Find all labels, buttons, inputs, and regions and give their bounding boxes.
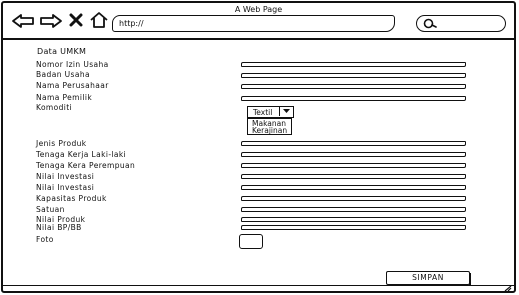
label-nomor-izin-usaha: Nomor Izin Usaha bbox=[36, 60, 109, 69]
tenaga-kera-perempuan-field[interactable] bbox=[241, 163, 466, 168]
label-nama-pemilik: Nama Pemilik bbox=[36, 93, 93, 102]
label-nilai-bp-bb: Nilai BP/BB bbox=[36, 223, 82, 232]
komoditi-select[interactable]: Textil bbox=[247, 106, 294, 118]
chevron-down-icon bbox=[283, 109, 290, 113]
nilai-produk-field[interactable] bbox=[241, 217, 466, 222]
label-nilai-investasi-2: Nilai Investasi bbox=[36, 183, 95, 192]
save-button[interactable]: SIMPAN bbox=[386, 271, 470, 285]
nama-perusahaan-field[interactable] bbox=[241, 84, 466, 89]
komoditi-option-kerajinan[interactable]: Kerajinan bbox=[252, 126, 287, 135]
photo-upload-field[interactable] bbox=[239, 234, 263, 249]
search-input[interactable] bbox=[416, 15, 506, 32]
url-input[interactable]: http:// bbox=[112, 15, 395, 32]
komoditi-options: Makanan Kerajinan bbox=[247, 118, 292, 135]
nilai-investasi-1-field[interactable] bbox=[241, 174, 466, 179]
resize-handle-icon[interactable] bbox=[502, 286, 512, 291]
satuan-field[interactable] bbox=[241, 207, 466, 212]
nilai-investasi-2-field[interactable] bbox=[241, 185, 466, 190]
label-tenaga-kera-perempuan: Tenaga Kera Perempuan bbox=[36, 161, 136, 170]
label-satuan: Satuan bbox=[36, 205, 65, 214]
close-icon[interactable] bbox=[69, 13, 83, 27]
label-tenaga-kerja-laki: Tenaga Kerja Laki-laki bbox=[36, 150, 127, 159]
label-jenis-produk: Jenis Produk bbox=[36, 139, 87, 148]
komoditi-selected-value: Textil bbox=[253, 108, 273, 117]
label-foto: Foto bbox=[36, 235, 54, 244]
tenaga-kerja-laki-field[interactable] bbox=[241, 152, 466, 157]
kapasitas-produk-field[interactable] bbox=[241, 196, 466, 201]
browser-window: A Web Page http:// Data UMKM Nomor Izin … bbox=[1, 1, 516, 293]
status-bar bbox=[3, 285, 514, 291]
komoditi-dropdown-toggle[interactable] bbox=[279, 107, 293, 116]
nilai-bp-bb-field[interactable] bbox=[241, 225, 466, 230]
page-content: Data UMKM Nomor Izin Usaha Badan Usaha N… bbox=[3, 40, 514, 291]
badan-usaha-field[interactable] bbox=[241, 73, 466, 78]
back-arrow-icon[interactable] bbox=[11, 13, 35, 29]
home-icon[interactable] bbox=[89, 11, 109, 29]
jenis-produk-field[interactable] bbox=[241, 141, 466, 146]
forward-arrow-icon[interactable] bbox=[39, 13, 63, 29]
search-icon bbox=[423, 18, 437, 29]
browser-toolbar: A Web Page http:// bbox=[3, 3, 514, 40]
label-badan-usaha: Badan Usaha bbox=[36, 70, 90, 79]
label-komoditi: Komoditi bbox=[36, 103, 73, 112]
nama-pemilik-field[interactable] bbox=[241, 96, 466, 101]
label-kapasitas-produk: Kapasitas Produk bbox=[36, 194, 107, 203]
url-text: http:// bbox=[119, 19, 144, 28]
page-title: Data UMKM bbox=[37, 47, 87, 56]
label-nama-perusahaan: Nama Perusahaar bbox=[36, 81, 109, 90]
label-nilai-investasi-1: Nilai Investasi bbox=[36, 172, 95, 181]
nomor-izin-usaha-field[interactable] bbox=[241, 62, 466, 67]
